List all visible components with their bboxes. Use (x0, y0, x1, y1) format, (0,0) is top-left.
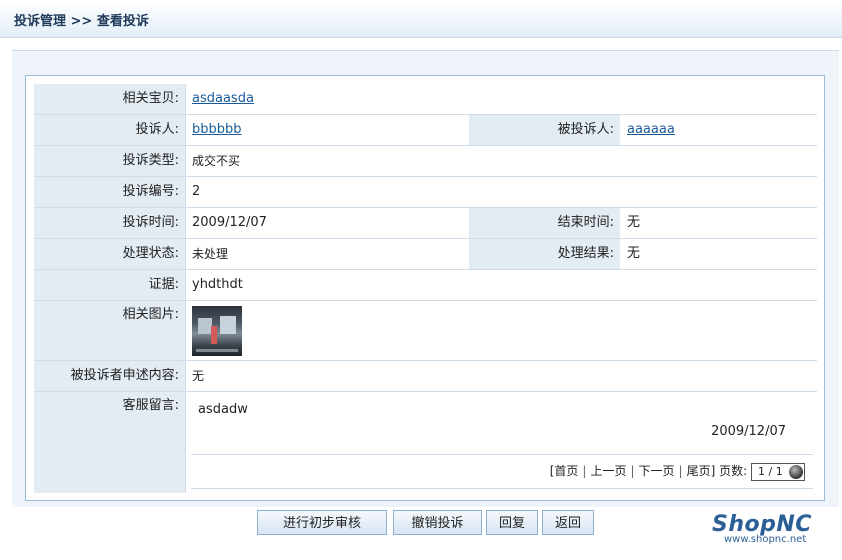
page-title: 投诉管理 >> 查看投诉 (14, 14, 149, 29)
pager-pages-label: 页数: (719, 464, 748, 478)
row-evidence: 证据: yhdthdt (34, 270, 817, 301)
result-value: 无 (627, 246, 641, 261)
row-complainant: 投诉人: bbbbbb 被投诉人: aaaaaa (34, 115, 817, 146)
shopnc-logo: ShopNC www.shopnc.net (712, 512, 812, 545)
row-item: 相关宝贝: asdaasda (34, 84, 817, 115)
content-panel: 相关宝贝: asdaasda 投诉人: bbbbbb 被投诉人: aaaaaa … (12, 50, 839, 507)
complainant-link[interactable]: bbbbbb (192, 122, 242, 137)
back-button[interactable]: 返回 (542, 510, 594, 535)
reply-button[interactable]: 回复 (486, 510, 538, 535)
row-service-message: 客服留言: asdadw 2009/12/07 [首页 | 上一页 | 下一页 | 尾页] … (34, 392, 817, 493)
complainant-label: 投诉人: (34, 115, 185, 145)
defendant-link[interactable]: aaaaaa (627, 122, 675, 137)
appeal-label: 被投诉者申述内容: (34, 361, 185, 391)
message-divider (191, 454, 813, 455)
initial-audit-button[interactable]: 进行初步审核 (257, 510, 387, 535)
message-text: asdadw (198, 402, 248, 417)
item-value: asdaasda (185, 84, 817, 114)
page-select[interactable]: 1 / 1 (751, 462, 805, 481)
go-icon[interactable] (789, 464, 803, 479)
service-message-cell: asdadw 2009/12/07 [首页 | 上一页 | 下一页 | 尾页] 页数: 1 … (185, 392, 817, 493)
time-label: 投诉时间: (34, 208, 185, 238)
number-value: 2 (192, 184, 201, 199)
row-status: 处理状态: 未处理 处理结果: 无 (34, 239, 817, 270)
result-label: 处理结果: (469, 239, 620, 269)
service-label: 客服留言: (34, 392, 185, 493)
status-label: 处理状态: (34, 239, 185, 269)
appeal-value: 无 (192, 369, 205, 383)
type-label: 投诉类型: (34, 146, 185, 176)
pager-last[interactable]: 尾页 (687, 464, 711, 478)
item-link[interactable]: asdaasda (192, 91, 254, 106)
page-select-value: 1 / 1 (758, 464, 783, 478)
item-label: 相关宝贝: (34, 84, 185, 114)
defendant-label: 被投诉人: (469, 115, 620, 145)
defendant-value: aaaaaa (620, 115, 817, 145)
pager-next[interactable]: 下一页 (639, 464, 675, 478)
row-time: 投诉时间: 2009/12/07 结束时间: 无 (34, 208, 817, 239)
evidence-value: yhdthdt (192, 277, 243, 292)
image-cell (185, 301, 817, 360)
end-time-value: 无 (627, 215, 641, 230)
thumbnail-window-left (198, 318, 212, 334)
pager-separator: | (630, 464, 635, 478)
row-number: 投诉编号: 2 (34, 177, 817, 208)
pager-separator: | (678, 464, 683, 478)
row-type: 投诉类型: 成交不买 (34, 146, 817, 177)
pager-bracket-close: ] (710, 464, 716, 478)
number-label: 投诉编号: (34, 177, 185, 207)
message-bottom-divider (191, 488, 813, 489)
row-appeal: 被投诉者申述内容: 无 (34, 361, 817, 392)
complaint-details: 相关宝贝: asdaasda 投诉人: bbbbbb 被投诉人: aaaaaa … (25, 75, 825, 501)
thumbnail-window-right (220, 316, 236, 334)
revoke-complaint-button[interactable]: 撤销投诉 (393, 510, 482, 535)
time-value: 2009/12/07 (192, 215, 267, 230)
row-image: 相关图片: (34, 301, 817, 361)
label-column-divider (185, 84, 186, 493)
pager-prev[interactable]: 上一页 (590, 464, 626, 478)
logo-url: www.shopnc.net (724, 534, 807, 545)
status-value: 未处理 (192, 247, 229, 261)
thumbnail-figure (211, 326, 217, 344)
pagination: [首页 | 上一页 | 下一页 | 尾页] 页数: 1 / 1 (550, 460, 805, 482)
complainant-value: bbbbbb (185, 115, 469, 145)
message-date: 2009/12/07 (711, 424, 786, 439)
pager-separator: | (582, 464, 587, 478)
type-value: 成交不买 (192, 154, 241, 168)
image-label: 相关图片: (34, 301, 185, 360)
end-time-label: 结束时间: (469, 208, 620, 238)
evidence-label: 证据: (34, 270, 185, 300)
page-header: 投诉管理 >> 查看投诉 (0, 0, 842, 38)
pager-first[interactable]: 首页 (554, 464, 578, 478)
evidence-thumbnail[interactable] (192, 306, 242, 356)
thumbnail-caption-bar (196, 349, 238, 352)
